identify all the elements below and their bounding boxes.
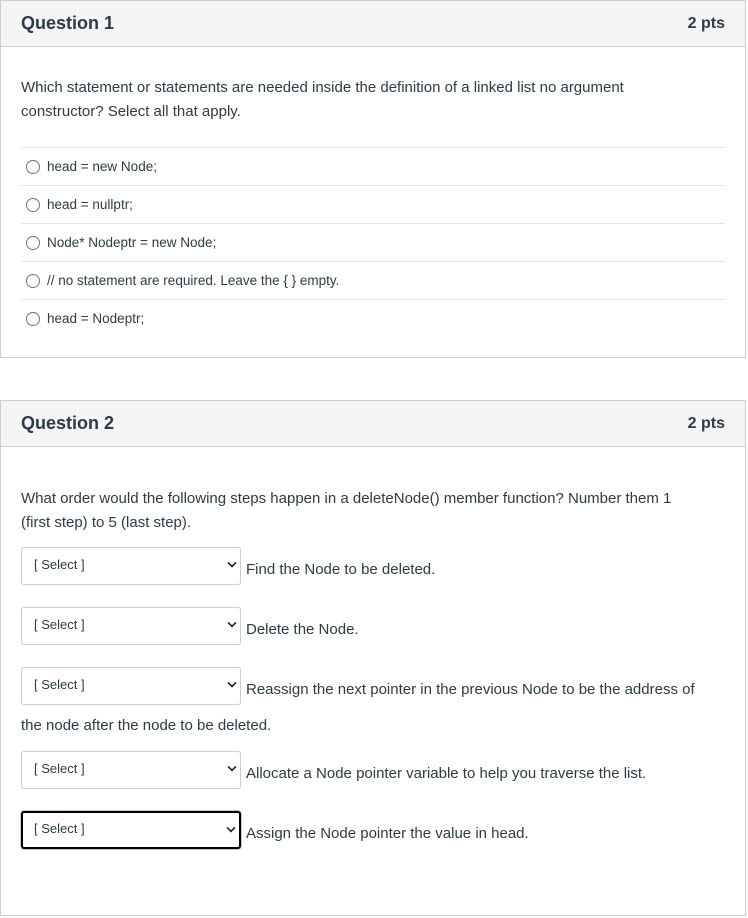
step-select[interactable]: [ Select ] (21, 607, 241, 645)
question-header: Question 1 2 pts (1, 1, 745, 47)
step-label: Allocate a Node pointer variable to help… (246, 764, 647, 782)
chevron-down-icon (227, 618, 237, 628)
select-value: [ Select ] (34, 761, 85, 776)
question-points: 2 pts (687, 14, 725, 32)
step-row: [ Select ] Reassign the next pointer in … (21, 667, 695, 705)
step-label: Assign the Node pointer the value in hea… (246, 824, 529, 842)
answer-option[interactable]: head = new Node; (21, 147, 725, 185)
radio-button[interactable] (26, 273, 40, 288)
chevron-down-icon (227, 762, 237, 772)
answer-label: head = Nodeptr; (47, 311, 145, 326)
step-select[interactable]: [ Select ] (21, 667, 241, 705)
chevron-down-icon (227, 558, 237, 568)
question-1-card: Question 1 2 pts Which statement or stat… (0, 0, 746, 358)
step-row: [ Select ] Allocate a Node pointer varia… (21, 751, 646, 789)
step-label: Delete the Node. (246, 620, 359, 638)
radio-button[interactable] (26, 197, 40, 212)
answer-option[interactable]: Node* Nodeptr = new Node; (21, 223, 725, 261)
question-text: Which statement or statements are needed… (21, 79, 624, 120)
radio-button[interactable] (26, 235, 40, 250)
answer-option[interactable]: head = Nodeptr; (21, 299, 725, 337)
step-row: [ Select ] Assign the Node pointer the v… (21, 811, 529, 849)
question-title: Question 1 (21, 13, 115, 33)
chevron-down-icon (227, 678, 237, 688)
question-points: 2 pts (687, 414, 725, 432)
chevron-down-icon (226, 823, 236, 833)
step-select[interactable]: [ Select ] (21, 547, 241, 585)
question-text: What order would the following steps hap… (21, 490, 672, 531)
answer-list: head = new Node; head = nullptr; Node* N… (21, 147, 725, 337)
select-value: [ Select ] (34, 617, 85, 632)
answer-label: head = new Node; (47, 159, 157, 174)
question-title: Question 2 (21, 413, 115, 433)
step-label: Reassign the next pointer in the previou… (246, 680, 695, 698)
question-header: Question 2 2 pts (1, 401, 745, 447)
select-value: [ Select ] (34, 557, 85, 572)
select-value: [ Select ] (34, 821, 85, 836)
step-select[interactable]: [ Select ] (21, 751, 241, 789)
answer-option[interactable]: head = nullptr; (21, 185, 725, 223)
answer-label: // no statement are required. Leave the … (47, 273, 340, 288)
step-row: [ Select ] Find the Node to be deleted. (21, 547, 435, 585)
radio-button[interactable] (26, 159, 40, 174)
step-select[interactable]: [ Select ] (21, 811, 241, 849)
radio-button[interactable] (26, 311, 40, 326)
answer-label: head = nullptr; (47, 197, 133, 212)
answer-label: Node* Nodeptr = new Node; (47, 235, 217, 250)
step-label: Find the Node to be deleted. (246, 560, 436, 578)
answer-option[interactable]: // no statement are required. Leave the … (21, 261, 725, 299)
question-2-card: Question 2 2 pts What order would the fo… (0, 400, 746, 916)
step-label-continuation: the node after the node to be deleted. (21, 717, 272, 734)
select-value: [ Select ] (34, 677, 85, 692)
step-row: [ Select ] Delete the Node. (21, 607, 359, 645)
